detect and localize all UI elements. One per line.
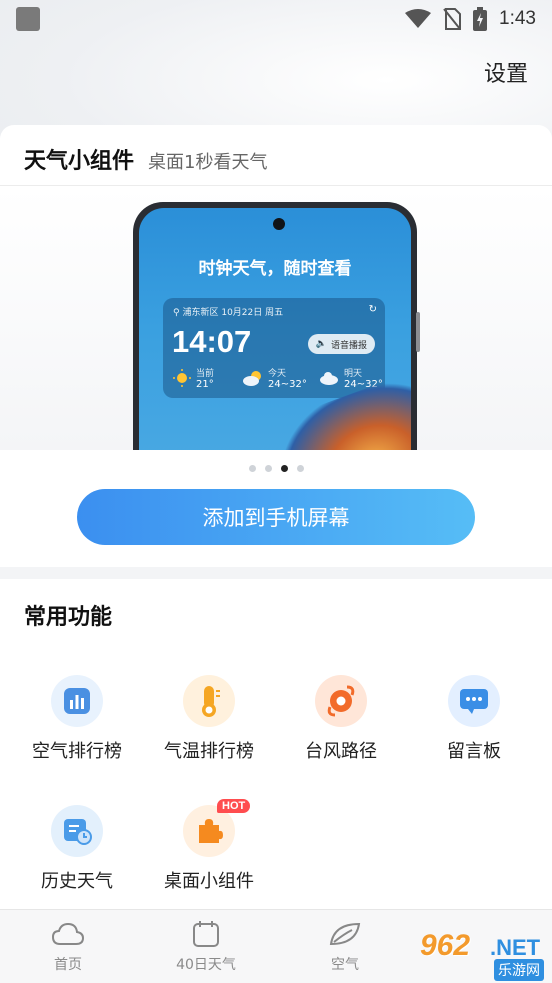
carousel-dot[interactable] <box>296 465 304 472</box>
calendar-icon <box>193 921 219 947</box>
widget-date: 10月22日 周五 <box>221 308 284 318</box>
widget-card: 天气小组件 桌面1秒看天气 时钟天气，随时查看 ⚲ 浦东新区 10月22日 周五… <box>0 125 552 567</box>
widget-card-subtitle: 桌面1秒看天气 <box>148 152 268 173</box>
forecast-today: 今天 24~32° <box>243 366 307 390</box>
status-bar: 1:43 <box>0 0 552 38</box>
tab-label: 40日天气 <box>176 957 236 973</box>
cloud-outline-icon <box>51 922 85 945</box>
widget-preview-carousel[interactable]: 时钟天气，随时查看 ⚲ 浦东新区 10月22日 周五 ↻ 14:07 🔈 语音播… <box>0 187 552 450</box>
widget-card-title: 天气小组件 <box>24 149 135 174</box>
common-functions-section: 常用功能 空气排行榜 气温排行榜 台风路径 留言板 历史天气 HOT 桌面小组件 <box>0 579 552 909</box>
forecast-label: 今天 <box>268 369 287 379</box>
function-history-weather[interactable]: 历史天气 <box>17 805 137 893</box>
partly-cloudy-icon <box>243 371 261 386</box>
forecast-current: 当前 21° <box>173 366 214 390</box>
battery-charging-icon <box>473 7 488 31</box>
forecast-label: 明天 <box>344 369 363 379</box>
settings-button[interactable]: 设置 <box>484 56 528 88</box>
function-label: 空气排行榜 <box>32 741 122 762</box>
forecast-temp: 24~32° <box>268 379 307 390</box>
sun-icon <box>173 369 191 387</box>
carousel-dot-active[interactable] <box>280 465 288 472</box>
speaker-icon: 🔈 <box>315 339 327 349</box>
app-notification-icon <box>16 7 40 31</box>
tab-label: 空气 <box>331 957 359 973</box>
camera-icon <box>273 218 285 230</box>
function-desktop-widget[interactable]: HOT 桌面小组件 <box>149 799 269 893</box>
voice-broadcast-pill: 🔈 语音播报 <box>307 334 375 354</box>
add-to-home-screen-button[interactable]: 添加到手机屏幕 <box>77 489 475 545</box>
site-watermark: 962 .NET 乐游网 <box>410 915 552 983</box>
watermark-suffix: .NET <box>490 935 541 960</box>
widget-time: 14:07 <box>172 324 252 359</box>
puzzle-icon: HOT <box>183 799 251 857</box>
voice-label: 语音播报 <box>330 340 367 351</box>
widget-location-line: ⚲ 浦东新区 10月22日 周五 <box>173 305 283 318</box>
phone-side-button <box>416 312 420 352</box>
function-air-ranking[interactable]: 空气排行榜 <box>17 675 137 763</box>
carousel-dot[interactable] <box>248 465 256 472</box>
tab-label: 首页 <box>54 957 82 973</box>
function-label: 历史天气 <box>41 871 113 892</box>
leaf-icon <box>329 922 361 946</box>
divider <box>0 185 552 186</box>
chart-icon <box>51 675 103 727</box>
function-label: 桌面小组件 <box>164 871 254 892</box>
tab-40-day-weather[interactable]: 40日天气 <box>156 918 256 974</box>
function-label: 留言板 <box>447 741 501 762</box>
function-label: 气温排行榜 <box>164 741 254 762</box>
tab-air[interactable]: 空气 <box>295 918 395 974</box>
weather-widget-preview: ⚲ 浦东新区 10月22日 周五 ↻ 14:07 🔈 语音播报 当前 21° 今… <box>163 298 385 398</box>
thermometer-icon <box>183 675 235 727</box>
hot-badge: HOT <box>217 799 251 813</box>
preview-slogan: 时钟天气，随时查看 <box>198 259 352 279</box>
watermark-cn: 乐游网 <box>494 959 544 981</box>
section-title: 常用功能 <box>24 605 113 630</box>
message-icon <box>448 675 500 727</box>
carousel-dot[interactable] <box>264 465 272 472</box>
widget-location: 浦东新区 <box>182 308 219 318</box>
watermark-number: 962 <box>420 929 471 962</box>
history-icon <box>51 805 103 857</box>
cloud-icon <box>320 372 338 385</box>
function-message-board[interactable]: 留言板 <box>414 675 534 763</box>
function-temp-ranking[interactable]: 气温排行榜 <box>149 675 269 763</box>
forecast-label: 当前 <box>196 369 215 379</box>
typhoon-icon <box>315 675 367 727</box>
function-typhoon-path[interactable]: 台风路径 <box>281 675 401 763</box>
status-time: 1:43 <box>499 8 536 29</box>
function-label: 台风路径 <box>305 741 377 762</box>
forecast-temp: 21° <box>196 379 214 390</box>
tab-home[interactable]: 首页 <box>18 918 118 974</box>
refresh-icon: ↻ <box>368 304 377 315</box>
wifi-icon <box>405 9 432 28</box>
no-sim-icon <box>443 8 462 30</box>
phone-mockup: 时钟天气，随时查看 ⚲ 浦东新区 10月22日 周五 ↻ 14:07 🔈 语音播… <box>133 202 417 450</box>
location-pin-icon: ⚲ <box>173 308 180 318</box>
carousel-indicator <box>0 465 552 472</box>
